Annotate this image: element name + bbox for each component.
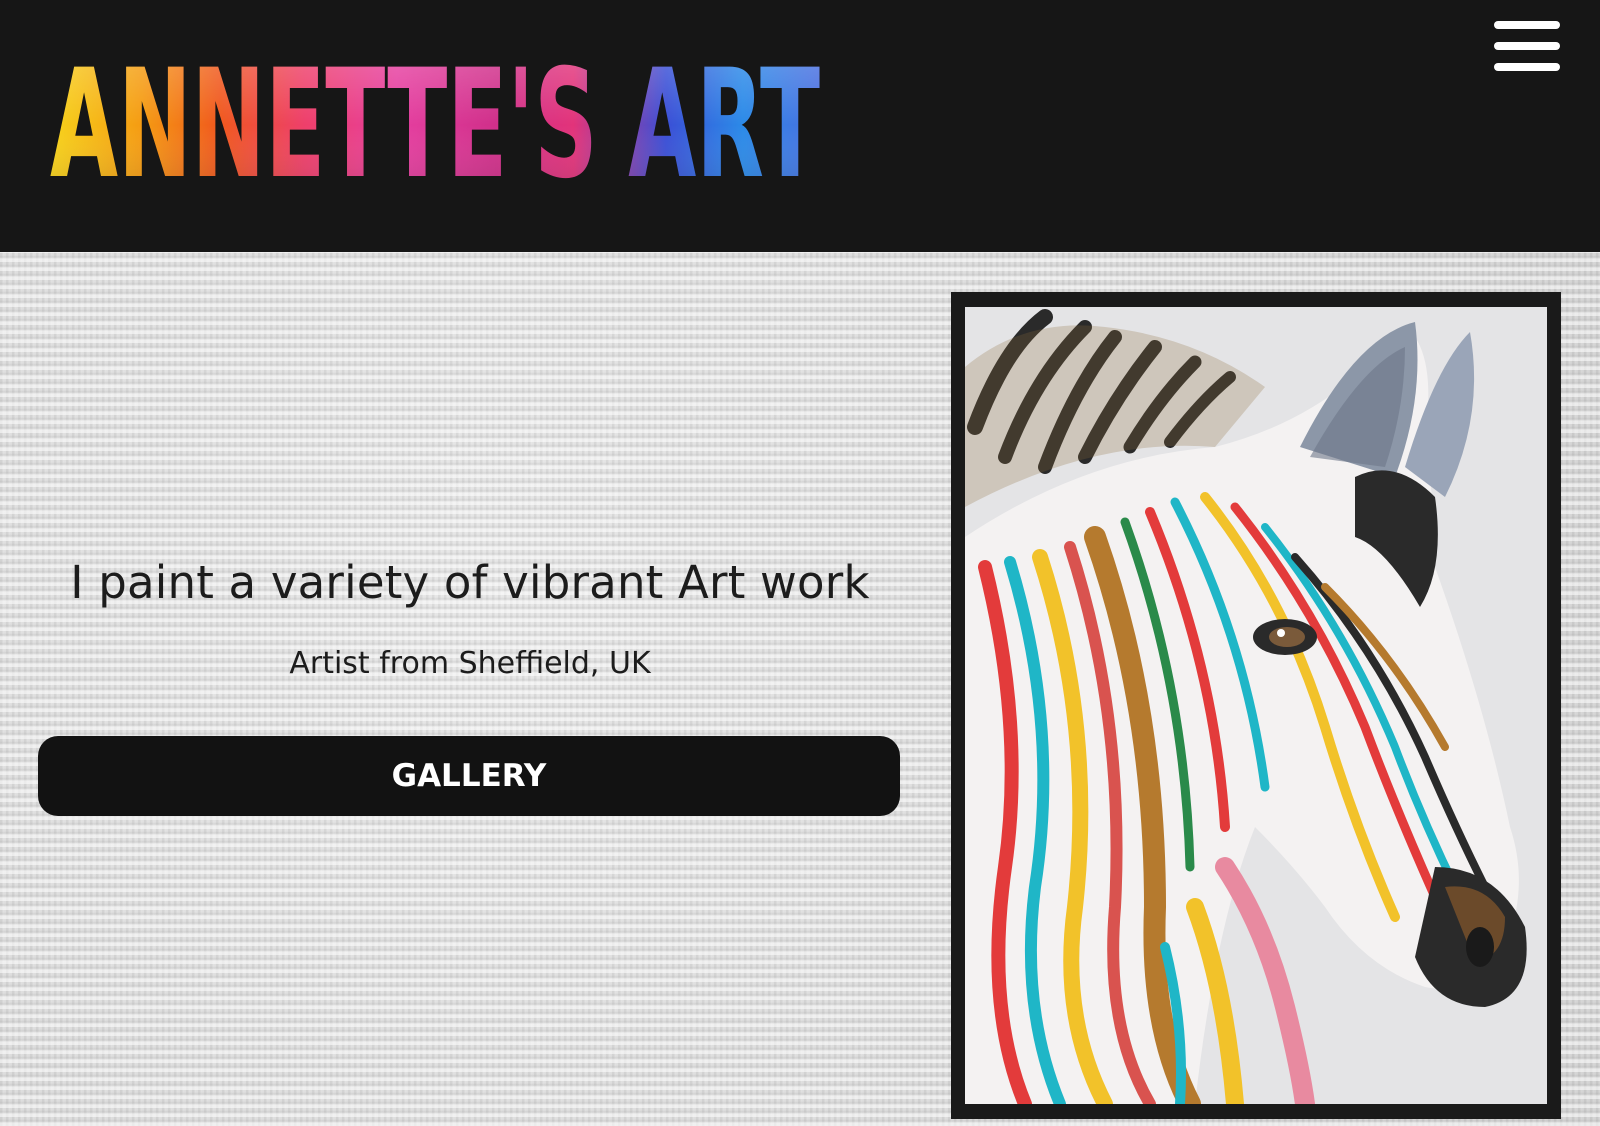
site-header: ANNETTE'S ART ANNETTE'S ART	[0, 0, 1600, 252]
logo-text-shading: ANNETTE'S ART	[50, 44, 820, 184]
menu-bar	[1494, 42, 1560, 50]
hero-subheadline: Artist from Sheffield, UK	[289, 646, 651, 681]
hero-headline: I paint a variety of vibrant Art work	[70, 556, 870, 609]
zebra-painting-image	[965, 307, 1547, 1104]
gallery-button[interactable]: GALLERY	[38, 736, 900, 816]
menu-bar	[1494, 63, 1560, 71]
artwork-frame[interactable]	[951, 292, 1561, 1119]
site-logo[interactable]: ANNETTE'S ART ANNETTE'S ART	[46, 44, 826, 184]
menu-bar	[1494, 21, 1560, 29]
hamburger-menu-icon[interactable]	[1494, 19, 1560, 73]
